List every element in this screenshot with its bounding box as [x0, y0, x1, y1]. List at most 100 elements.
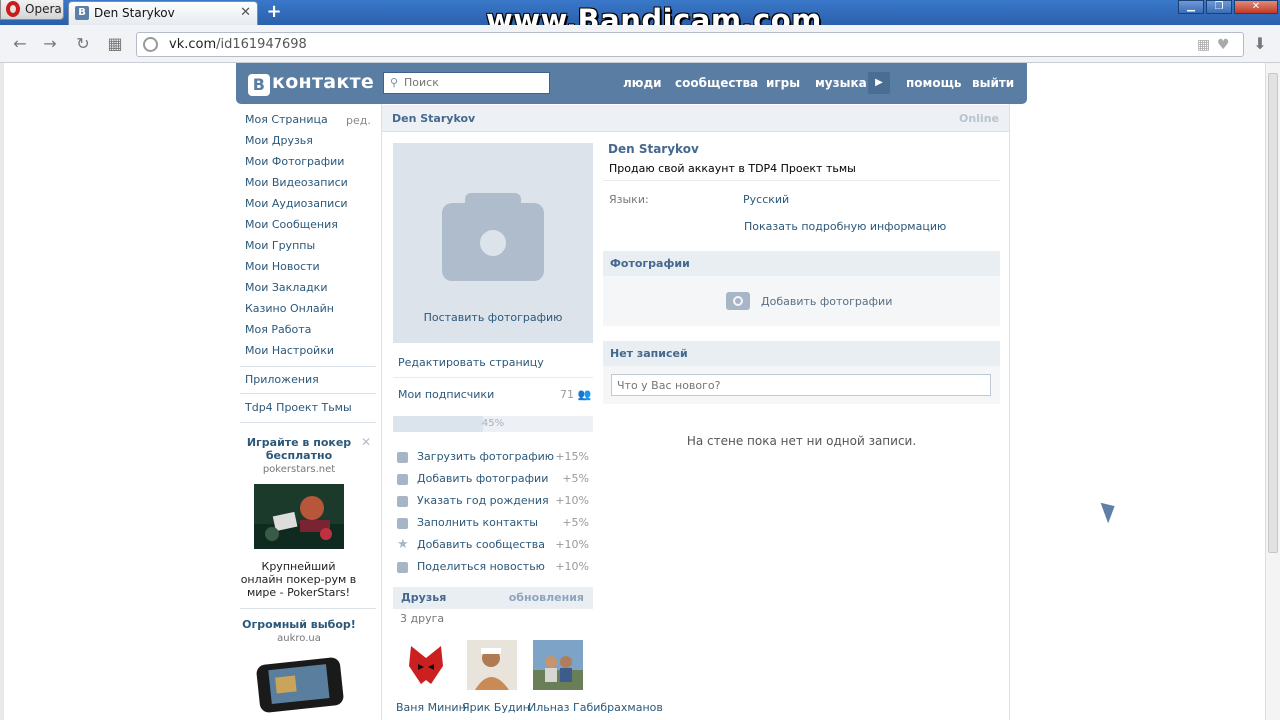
nav-communities[interactable]: сообщества — [675, 76, 758, 90]
download-icon[interactable]: ⬇ — [1250, 34, 1270, 54]
tab-title: Den Starykov — [94, 6, 175, 20]
opera-logo-icon — [6, 1, 20, 17]
nav-help[interactable]: помощь — [906, 76, 961, 90]
ad-aukro-domain: aukro.ua — [277, 633, 321, 644]
speed-dial-icon[interactable]: ▦ — [105, 34, 125, 54]
browser-tab[interactable]: В Den Starykov ✕ — [68, 1, 258, 25]
stash-icon[interactable]: ▦ — [1197, 37, 1210, 53]
progress-label: 45% — [481, 418, 505, 429]
languages-value[interactable]: Русский — [743, 193, 789, 206]
profile-status[interactable]: Продаю свой аккаунт в TDP4 Проект тьмы — [609, 162, 856, 175]
people-icon: 👥 — [577, 388, 592, 401]
step-add-photos[interactable]: Добавить фотографии +5% — [397, 472, 589, 488]
step-communities[interactable]: ★ Добавить сообщества +10% — [397, 537, 589, 554]
wall-section-header: Нет записей — [603, 341, 1000, 366]
friends-title[interactable]: Друзья — [401, 591, 446, 604]
menu-photos[interactable]: Мои Фотографии — [245, 155, 344, 168]
add-photos-box[interactable]: Добавить фотографии — [603, 276, 1000, 326]
menu-divider — [240, 366, 376, 367]
menu-edit-link[interactable]: ред. — [346, 114, 371, 127]
friend-name[interactable]: Ваня Минин — [396, 701, 466, 714]
friend-avatar[interactable] — [533, 640, 583, 690]
profile-name: Den Starykov — [608, 142, 699, 156]
reload-icon[interactable]: ↻ — [73, 34, 93, 54]
profile-name-header[interactable]: Den Starykov — [392, 112, 475, 125]
camera-icon — [397, 474, 408, 485]
minimize-button[interactable]: ▁ — [1178, 0, 1204, 14]
search-box[interactable]: ⚲ — [383, 72, 550, 94]
opera-menu-button[interactable]: Opera — [0, 0, 64, 20]
search-icon: ⚲ — [390, 76, 399, 89]
comment-icon — [397, 562, 408, 573]
menu-friends[interactable]: Мои Друзья — [245, 134, 313, 147]
menu-work[interactable]: Моя Работа — [245, 323, 311, 336]
menu-divider — [240, 393, 376, 394]
opera-label: Opera — [25, 2, 62, 16]
show-more-info-link[interactable]: Показать подробную информацию — [744, 220, 946, 233]
menu-group-tdp4[interactable]: Tdp4 Проект Тьмы — [245, 401, 352, 414]
menu-groups[interactable]: Мои Группы — [245, 239, 315, 252]
vk-logo[interactable]: Вконтакте — [248, 71, 374, 96]
friend-item[interactable]: Ильназ Габибрахманов — [528, 640, 663, 714]
wall-post-input[interactable] — [611, 374, 991, 396]
ad-poker-title[interactable]: Играйте в покер бесплатно — [244, 436, 354, 462]
menu-videos[interactable]: Мои Видеозаписи — [245, 176, 348, 189]
divider — [393, 377, 593, 378]
menu-apps[interactable]: Приложения — [245, 373, 319, 386]
menu-casino[interactable]: Казино Онлайн — [245, 302, 334, 315]
menu-audio[interactable]: Мои Аудиозаписи — [245, 197, 348, 210]
friend-name[interactable]: Ярик Будин — [462, 701, 530, 714]
menu-my-page[interactable]: Моя Страница — [245, 113, 328, 126]
profile-photo-placeholder[interactable]: Поставить фотографию — [393, 143, 593, 343]
maximize-button[interactable]: ❐ — [1206, 0, 1232, 14]
add-photos-link[interactable]: Добавить фотографии — [761, 295, 892, 308]
step-upload-photo[interactable]: Загрузить фотографию +15% — [397, 450, 589, 466]
address-toolbar: ← → ↻ ▦ vk.com/id161947698 ▦ ♥ ⬇ — [0, 25, 1280, 63]
music-play-icon[interactable]: ▶ — [868, 72, 890, 94]
friend-name[interactable]: Ильназ Габибрахманов — [528, 701, 663, 714]
new-tab-button[interactable]: + — [264, 2, 284, 22]
search-input[interactable] — [404, 76, 544, 89]
forward-arrow-icon[interactable]: → — [40, 34, 60, 54]
ad-aukro-image[interactable] — [254, 655, 344, 715]
page-scrollbar[interactable] — [1265, 63, 1280, 720]
friend-avatar[interactable] — [467, 640, 517, 690]
friends-count[interactable]: 3 друга — [400, 612, 444, 625]
ad-poker-image[interactable] — [254, 484, 344, 549]
put-photo-link[interactable]: Поставить фотографию — [393, 311, 593, 324]
menu-news[interactable]: Мои Новости — [245, 260, 320, 273]
step-contacts[interactable]: Заполнить контакты +5% — [397, 516, 589, 532]
address-bar[interactable]: vk.com/id161947698 ▦ ♥ — [136, 32, 1244, 57]
url-text[interactable]: vk.com/id161947698 — [169, 37, 307, 52]
languages-label: Языки: — [609, 193, 649, 206]
nav-music[interactable]: музыка — [815, 76, 867, 90]
menu-settings[interactable]: Мои Настройки — [245, 344, 334, 357]
step-birth-year[interactable]: Указать год рождения +10% — [397, 494, 589, 510]
ad-poker-desc[interactable]: Крупнейший онлайн покер-рум в мире - Pok… — [240, 560, 357, 599]
nav-people[interactable]: люди — [623, 76, 662, 90]
menu-messages[interactable]: Мои Сообщения — [245, 218, 338, 231]
friends-updates-link[interactable]: обновления — [509, 591, 584, 604]
tab-close-icon[interactable]: ✕ — [240, 5, 251, 20]
photos-section-header[interactable]: Фотографии — [603, 251, 1000, 276]
edit-page-link[interactable]: Редактировать страницу — [398, 356, 544, 369]
ad-close-icon[interactable]: ✕ — [361, 435, 371, 449]
step-share-news[interactable]: Поделиться новостью +10% — [397, 560, 589, 576]
vk-favicon-icon: В — [75, 6, 89, 20]
vk-header: Вконтакте ⚲ люди сообщества игры музыка … — [236, 63, 1027, 104]
back-arrow-icon[interactable]: ← — [10, 34, 30, 54]
friend-item[interactable]: Ярик Будин — [462, 640, 530, 714]
ad-aukro-title[interactable]: Огромный выбор! — [240, 618, 358, 631]
friend-avatar[interactable] — [401, 640, 451, 690]
scrollbar-thumb[interactable] — [1268, 73, 1278, 553]
menu-bookmarks[interactable]: Мои Закладки — [245, 281, 327, 294]
nav-logout[interactable]: выйти — [972, 76, 1014, 90]
left-edge — [0, 63, 4, 720]
profile-name-bar: Den Starykov Online — [382, 105, 1009, 132]
friend-item[interactable]: Ваня Минин — [396, 640, 466, 714]
subscribers-link[interactable]: Мои подписчики — [398, 388, 494, 401]
site-info-icon[interactable] — [143, 37, 158, 52]
nav-games[interactable]: игры — [766, 76, 800, 90]
close-window-button[interactable]: ✕ — [1234, 0, 1278, 14]
heart-icon[interactable]: ♥ — [1217, 37, 1230, 53]
